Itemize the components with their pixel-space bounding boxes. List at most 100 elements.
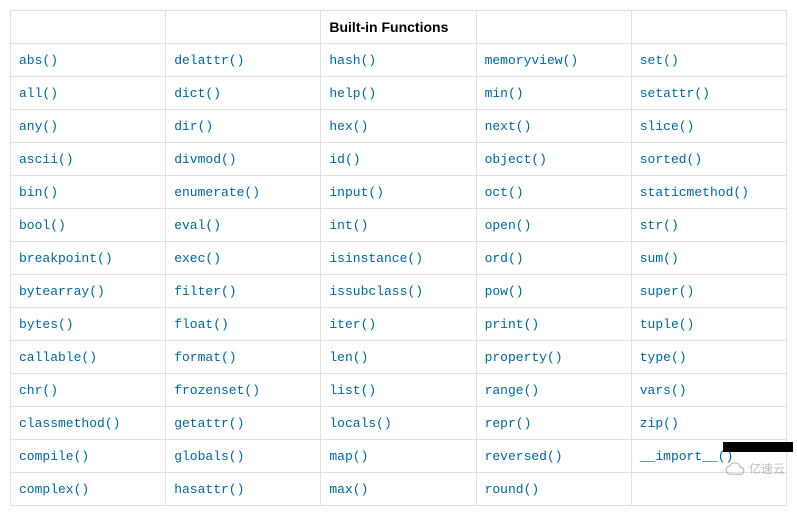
function-link[interactable]: map() [329,449,368,464]
function-link[interactable]: ord() [485,251,524,266]
function-link[interactable]: help() [329,86,376,101]
function-link[interactable]: float() [174,317,229,332]
function-link[interactable]: id() [329,152,360,167]
function-link[interactable]: setattr() [640,86,710,101]
function-link[interactable]: bytes() [19,317,74,332]
function-link[interactable]: callable() [19,350,97,365]
table-cell: map() [321,440,476,473]
function-link[interactable]: str() [640,218,679,233]
function-link[interactable]: iter() [329,317,376,332]
table-cell: all() [11,77,166,110]
function-link[interactable]: globals() [174,449,244,464]
table-row: compile() globals() map() reversed() __impor… [11,440,787,473]
function-link[interactable]: oct() [485,185,524,200]
function-link[interactable]: eval() [174,218,221,233]
function-link[interactable]: complex() [19,482,89,497]
function-link[interactable]: repr() [485,416,532,431]
table-cell: hex() [321,110,476,143]
function-link[interactable]: hasattr() [174,482,244,497]
function-link[interactable]: next() [485,119,532,134]
function-link[interactable]: breakpoint() [19,251,113,266]
table-cell: iter() [321,308,476,341]
function-link[interactable]: reversed() [485,449,563,464]
table-cell: classmethod() [11,407,166,440]
function-link[interactable]: hex() [329,119,368,134]
table-cell: bytearray() [11,275,166,308]
function-link[interactable]: memoryview() [485,53,579,68]
function-link[interactable]: dir() [174,119,213,134]
function-link[interactable]: ascii() [19,152,74,167]
function-link[interactable]: super() [640,284,695,299]
table-cell: len() [321,341,476,374]
function-link[interactable]: all() [19,86,58,101]
function-link[interactable]: zip() [640,416,679,431]
table-cell: ascii() [11,143,166,176]
function-link[interactable]: object() [485,152,547,167]
function-link[interactable]: int() [329,218,368,233]
function-link[interactable]: type() [640,350,687,365]
function-link[interactable]: property() [485,350,563,365]
function-link[interactable]: dict() [174,86,221,101]
function-link[interactable]: print() [485,317,540,332]
table-cell: sum() [631,242,786,275]
function-link[interactable]: bin() [19,185,58,200]
function-link[interactable]: pow() [485,284,524,299]
table-cell: int() [321,209,476,242]
function-link[interactable]: round() [485,482,540,497]
function-link[interactable]: set() [640,53,679,68]
table-row: chr() frozenset() list() range() vars() [11,374,787,407]
function-link[interactable]: format() [174,350,236,365]
function-link[interactable]: max() [329,482,368,497]
table-cell: bool() [11,209,166,242]
function-link[interactable]: getattr() [174,416,244,431]
table-row: bytes() float() iter() print() tuple() [11,308,787,341]
table-row: abs() delattr() hash() memoryview() set() [11,44,787,77]
function-link[interactable]: sorted() [640,152,702,167]
function-link[interactable]: exec() [174,251,221,266]
cloud-icon [724,462,746,476]
function-link[interactable]: min() [485,86,524,101]
function-link[interactable]: slice() [640,119,695,134]
table-row: bytearray() filter() issubclass() pow() supe… [11,275,787,308]
table-row: ascii() divmod() id() object() sorted() [11,143,787,176]
function-link[interactable]: open() [485,218,532,233]
function-link[interactable]: compile() [19,449,89,464]
function-link[interactable]: divmod() [174,152,236,167]
function-link[interactable]: list() [329,383,376,398]
function-link[interactable]: any() [19,119,58,134]
function-link[interactable]: abs() [19,53,58,68]
function-link[interactable]: vars() [640,383,687,398]
function-link[interactable]: enumerate() [174,185,260,200]
function-link[interactable]: isinstance() [329,251,423,266]
function-link[interactable]: input() [329,185,384,200]
table-cell: delattr() [166,44,321,77]
function-link[interactable]: classmethod() [19,416,120,431]
function-link[interactable]: staticmethod() [640,185,749,200]
header-col-2 [166,11,321,44]
table-cell [631,473,786,506]
function-link[interactable]: len() [329,350,368,365]
function-link[interactable]: hash() [329,53,376,68]
function-link[interactable]: sum() [640,251,679,266]
function-link[interactable]: issubclass() [329,284,423,299]
table-cell: slice() [631,110,786,143]
table-cell: abs() [11,44,166,77]
function-link[interactable]: delattr() [174,53,244,68]
function-link[interactable]: filter() [174,284,236,299]
table-cell: locals() [321,407,476,440]
function-link[interactable]: range() [485,383,540,398]
function-link[interactable]: frozenset() [174,383,260,398]
function-link[interactable]: bool() [19,218,66,233]
function-link[interactable]: __import__() [640,449,734,464]
table-cell: next() [476,110,631,143]
header-col-1 [11,11,166,44]
function-link[interactable]: tuple() [640,317,695,332]
table-row: all() dict() help() min() setattr() [11,77,787,110]
header-col-3: Built-in Functions [321,11,476,44]
function-link[interactable]: chr() [19,383,58,398]
function-link[interactable]: bytearray() [19,284,105,299]
function-link[interactable]: locals() [329,416,391,431]
table-cell: getattr() [166,407,321,440]
table-cell: hasattr() [166,473,321,506]
redaction-bar [723,442,793,452]
